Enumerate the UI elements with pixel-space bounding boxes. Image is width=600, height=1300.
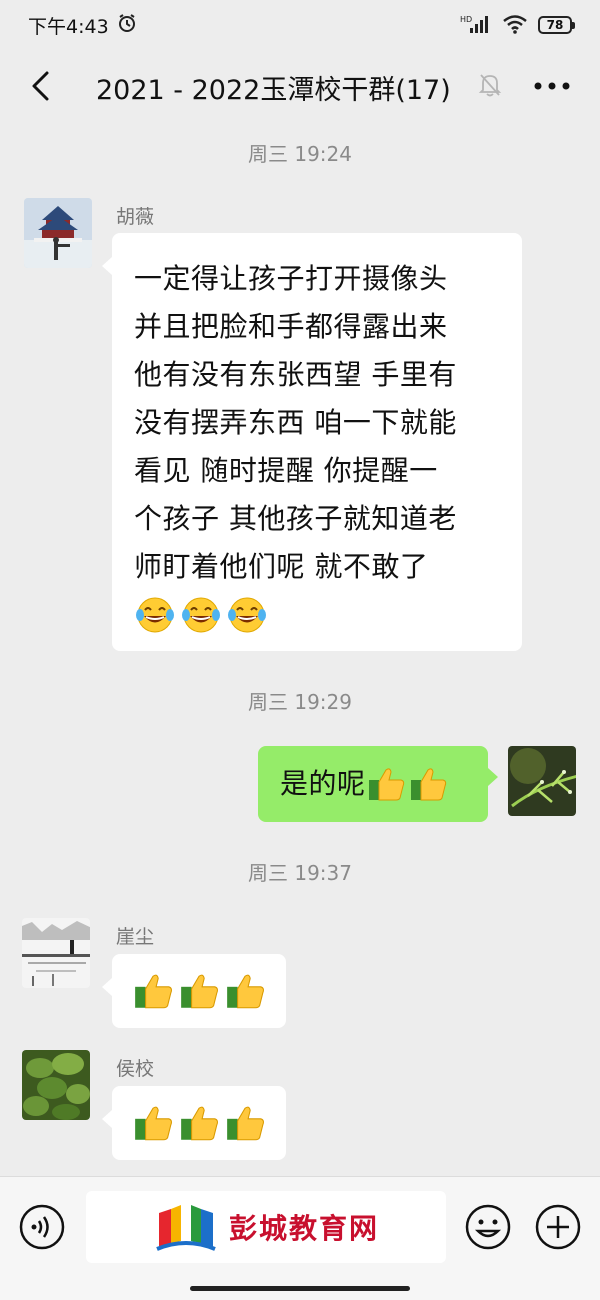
network-label: HD: [460, 15, 472, 24]
back-button[interactable]: [20, 66, 60, 106]
more-actions-button[interactable]: [534, 1203, 582, 1255]
message-text: 是的呢: [280, 767, 366, 800]
emoji-button[interactable]: [464, 1203, 512, 1255]
smiley-icon: [465, 1204, 511, 1250]
sender-name: 侯校: [116, 1058, 155, 1080]
message-bubble[interactable]: [102, 1086, 286, 1160]
chat-title: 2021 - 2022玉潭校干群(17): [96, 75, 451, 106]
timestamp-divider: 周三 19:37: [248, 861, 352, 885]
thumbs-up-emoji-icon: [181, 974, 218, 1009]
status-bar: 下午4:43 HD 78: [0, 0, 600, 50]
thumbs-up-emoji-icon: [368, 768, 404, 801]
more-options-button[interactable]: [530, 68, 574, 104]
alarm-icon: [117, 13, 137, 38]
message-bubble-self[interactable]: 是的呢: [258, 746, 498, 822]
sender-name: 崖尘: [116, 926, 155, 948]
home-indicator: [190, 1286, 410, 1291]
status-time: 下午4:43: [28, 15, 109, 38]
sender-name: 胡薇: [116, 206, 155, 228]
watermark-logo-text: 彭城教育网: [228, 1212, 379, 1245]
timestamp-divider: 周三 19:24: [248, 142, 352, 166]
mute-bell-icon: [478, 72, 502, 102]
plus-icon: [535, 1204, 581, 1250]
laughing-crying-emoji-icon: [182, 597, 220, 633]
voice-input-button[interactable]: [18, 1203, 66, 1255]
chevron-left-icon: [32, 71, 49, 101]
laughing-crying-emoji-icon: [228, 597, 266, 633]
battery-indicator: 78: [538, 16, 575, 34]
emoji-row: [134, 591, 502, 639]
message-bubble[interactable]: [102, 954, 286, 1028]
message-line: 个孩子 其他孩子就知道老: [134, 502, 457, 535]
message-line: 一定得让孩子打开摄像头: [134, 262, 448, 295]
message-line: 并且把脸和手都得露出来: [134, 310, 448, 343]
thumbs-up-emoji-icon: [135, 1106, 172, 1141]
laughing-crying-emoji-icon: [136, 597, 174, 633]
avatar-houxiao[interactable]: [22, 1050, 90, 1120]
avatar-huwei[interactable]: [24, 198, 92, 268]
thumbs-up-emoji-icon: [227, 974, 264, 1009]
input-bar: 彭城教育网: [0, 1176, 600, 1300]
avatar-self[interactable]: [508, 746, 576, 816]
thumbs-up-emoji-icon: [135, 974, 172, 1009]
message-line: 他有没有东张西望 手里有: [134, 358, 457, 391]
timestamp-divider: 周三 19:29: [248, 690, 352, 714]
voice-icon: [19, 1204, 65, 1250]
message-input[interactable]: 彭城教育网: [86, 1191, 446, 1263]
book-logo-icon: [156, 1205, 216, 1251]
message-line: 看见 随时提醒 你提醒一: [134, 454, 438, 487]
signal-icon: HD: [460, 14, 492, 37]
message-line: 师盯着他们呢 就不敢了: [134, 550, 429, 583]
chat-header: 2021 - 2022玉潭校干群(17): [0, 50, 600, 122]
thumbs-up-emoji-icon: [227, 1106, 264, 1141]
status-right: HD 78: [460, 14, 575, 37]
message-bubble[interactable]: 一定得让孩子打开摄像头 并且把脸和手都得露出来 他有没有东张西望 手里有 没有摆…: [102, 233, 522, 651]
wifi-icon: [502, 14, 528, 37]
thumbs-up-emoji-icon: [181, 1106, 218, 1141]
thumbs-up-emoji-icon: [410, 768, 446, 801]
more-dots-icon: [534, 82, 570, 90]
avatar-yachen[interactable]: [22, 918, 90, 988]
status-left: 下午4:43: [28, 12, 137, 39]
message-line: 没有摆弄东西 咱一下就能: [134, 406, 457, 439]
